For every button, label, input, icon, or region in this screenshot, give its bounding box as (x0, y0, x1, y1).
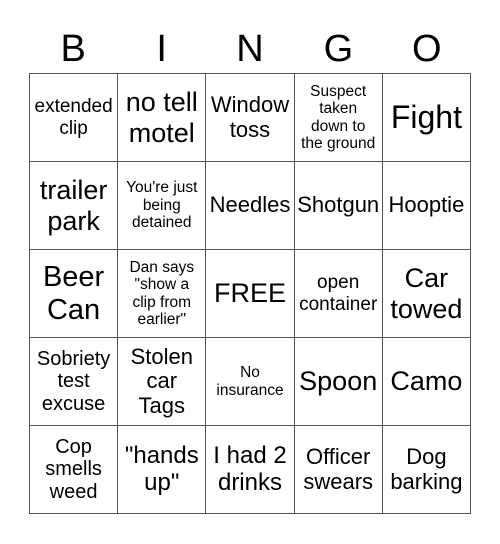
bingo-cell free-space[interactable]: FREE (206, 250, 295, 338)
header-letter-b: B (60, 28, 86, 70)
cell-text: No insurance (216, 364, 284, 399)
cell-text: Dan says "show a clip from earlier" (129, 258, 195, 328)
bingo-cell[interactable]: open container (294, 250, 383, 338)
header-letter-n: N (236, 28, 264, 70)
cell-text: no tell motel (125, 87, 198, 148)
bingo-cell[interactable]: Spoon (294, 338, 383, 426)
bingo-cell[interactable]: Needles (206, 162, 295, 250)
bingo-cell[interactable]: Hooptie (382, 162, 471, 250)
bingo-cell[interactable]: no tell motel (118, 74, 207, 162)
bingo-cell[interactable]: Officer swears (294, 426, 383, 514)
bingo-cell[interactable]: trailer park (30, 162, 119, 250)
cell-text: I had 2 drinks (213, 441, 287, 496)
cell-text: trailer park (39, 175, 108, 236)
header-letter-o: O (412, 28, 442, 70)
cell-text: Beer Can (42, 261, 105, 326)
bingo-cell[interactable]: Cop smells weed (30, 426, 119, 514)
cell-text: Stolen car Tags (130, 343, 193, 418)
bingo-cell[interactable]: Beer Can (30, 250, 119, 338)
cell-text: open container (299, 272, 378, 315)
header-letter-g: G (323, 28, 354, 70)
bingo-cell[interactable]: Camo (382, 338, 471, 426)
bingo-grid: extended clip no tell motel Window toss … (29, 73, 471, 514)
cell-text: Fight (390, 98, 462, 135)
bingo-cell[interactable]: Stolen car Tags (118, 338, 207, 426)
bingo-cell[interactable]: No insurance (206, 338, 295, 426)
cell-text: Hooptie (388, 192, 465, 218)
bingo-cell[interactable]: Suspect taken down to the ground (294, 74, 383, 162)
bingo-cell[interactable]: "hands up" (118, 426, 207, 514)
cell-text: "hands up" (124, 441, 199, 496)
bingo-cell[interactable]: Dog barking (382, 426, 471, 514)
cell-text: Camo (390, 366, 463, 397)
free-space-text: FREE (213, 278, 286, 309)
header-letter-i: I (156, 28, 167, 70)
bingo-cell[interactable]: Dan says "show a clip from earlier" (118, 250, 207, 338)
bingo-cell[interactable]: Fight (382, 74, 471, 162)
cell-text: You're just being detained (126, 179, 198, 232)
cell-text: Needles (209, 192, 291, 218)
cell-text: Cop smells weed (45, 435, 102, 503)
bingo-header: B I N G O (29, 26, 471, 72)
cell-text: Officer swears (303, 443, 374, 494)
bingo-cell[interactable]: Shotgun (294, 162, 383, 250)
bingo-cell[interactable]: extended clip (30, 74, 119, 162)
bingo-cell[interactable]: You're just being detained (118, 162, 207, 250)
cell-text: Shotgun (297, 192, 380, 218)
cell-text: Suspect taken down to the ground (301, 82, 376, 152)
cell-text: Car towed (390, 263, 463, 324)
bingo-cell[interactable]: Car towed (382, 250, 471, 338)
cell-text: extended clip (34, 96, 113, 139)
bingo-cell[interactable]: I had 2 drinks (206, 426, 295, 514)
cell-text: Window toss (210, 91, 290, 142)
cell-text: Dog barking (390, 443, 463, 494)
cell-text: Sobriety test excuse (36, 347, 111, 415)
cell-text: Spoon (299, 366, 378, 397)
bingo-cell[interactable]: Window toss (206, 74, 295, 162)
bingo-cell[interactable]: Sobriety test excuse (30, 338, 119, 426)
